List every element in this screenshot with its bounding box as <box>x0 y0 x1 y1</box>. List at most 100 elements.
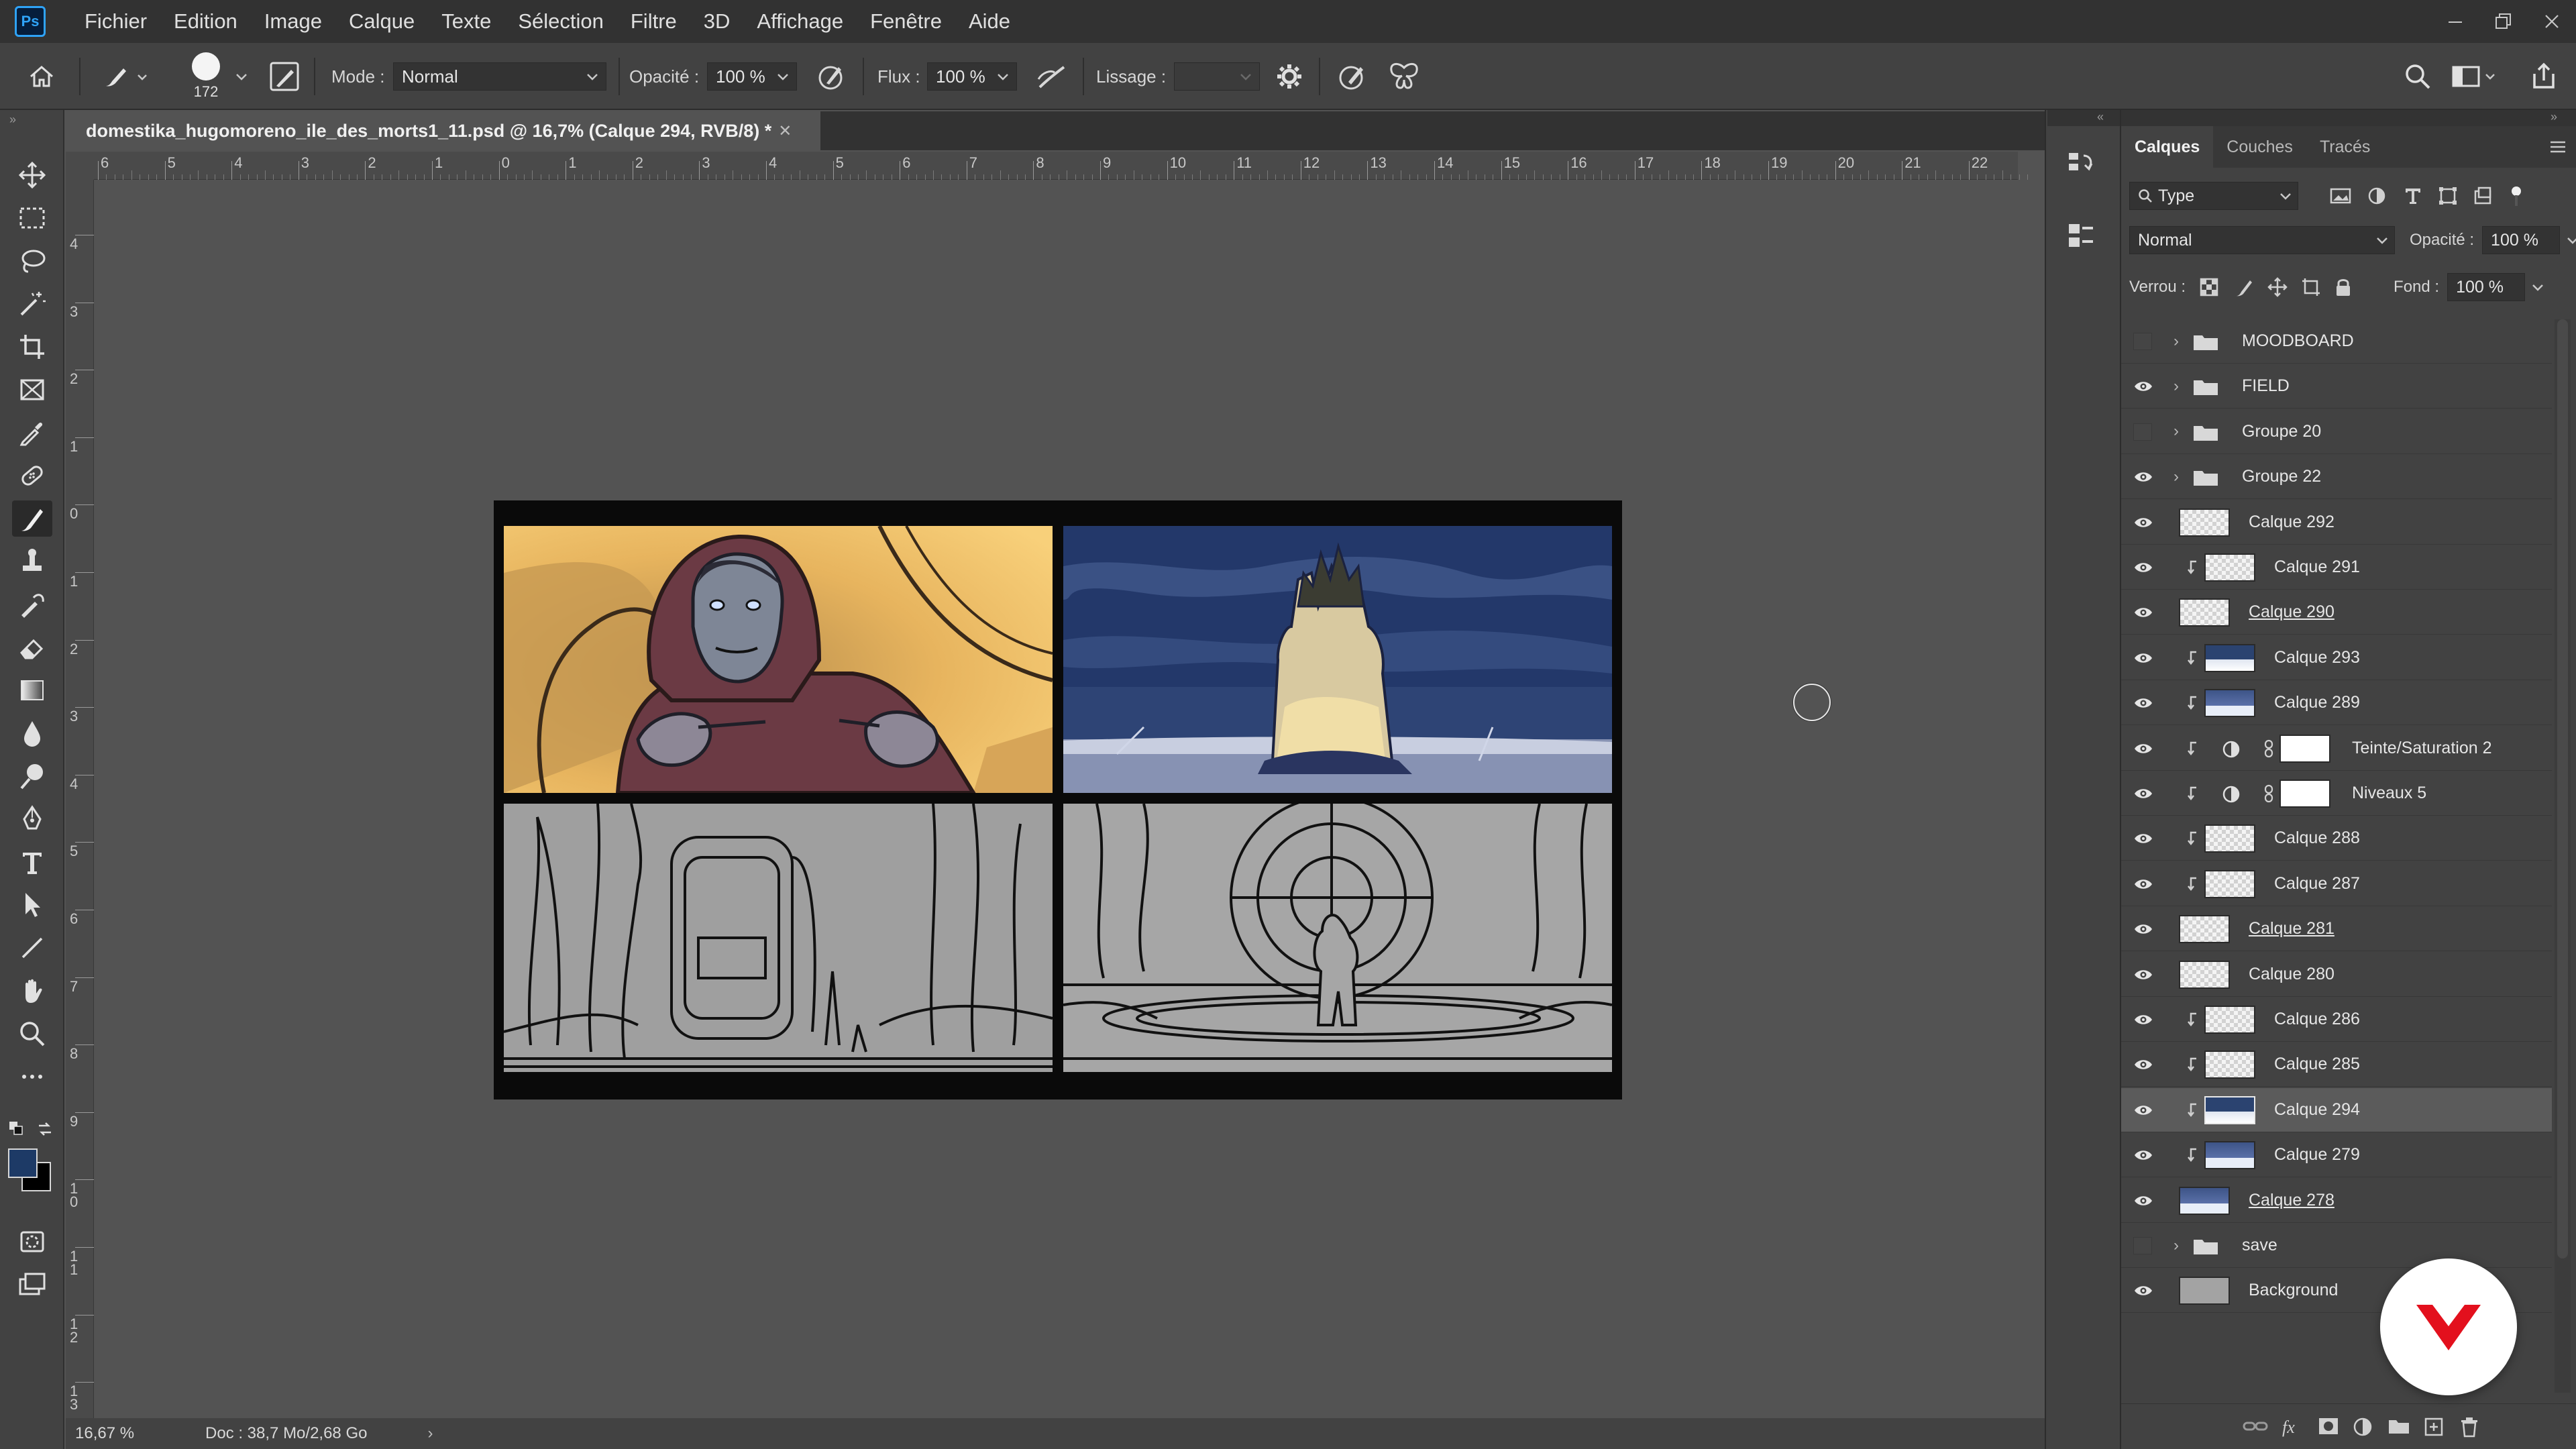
history-panel-icon[interactable] <box>2066 149 2096 181</box>
layer-row[interactable]: Calque 291 <box>2121 545 2552 590</box>
mask-link-icon[interactable] <box>2263 784 2274 804</box>
layer-row[interactable]: › save <box>2121 1224 2552 1268</box>
layer-row[interactable]: Calque 290 <box>2121 590 2552 635</box>
fill-input[interactable]: 100 % <box>2447 273 2543 301</box>
eye-visibility-icon[interactable] <box>2128 1095 2159 1126</box>
lock-position-icon[interactable] <box>2267 277 2288 297</box>
eye-visibility-icon[interactable] <box>2128 462 2159 492</box>
eye-visibility-icon[interactable] <box>2128 1275 2159 1306</box>
horizontal-ruler[interactable]: 6 5 4 3 2 1 0 1 2 3 4 5 6 7 8 9 10 11 12 13 14 15 16 17 18 19 20 21… <box>94 152 2028 180</box>
chevron-right-icon[interactable]: › <box>2174 468 2179 486</box>
crop-tool-icon[interactable] <box>12 329 52 365</box>
magic-wand-tool-icon[interactable] <box>12 286 52 322</box>
type-tool-icon[interactable] <box>12 844 52 880</box>
brush-size-chevron-icon[interactable] <box>235 43 248 110</box>
lock-all-icon[interactable] <box>2334 277 2352 297</box>
status-menu-arrow[interactable]: › <box>427 1424 433 1443</box>
quick-mask-icon[interactable] <box>12 1224 52 1260</box>
more-tools-icon[interactable] <box>12 1059 52 1095</box>
close-icon[interactable] <box>2528 0 2576 43</box>
layer-row[interactable]: › FIELD <box>2121 364 2552 409</box>
opacity-input[interactable]: 100 % <box>707 62 797 91</box>
document-tab[interactable]: domestika_hugomoreno_ile_des_morts1_11.p… <box>66 111 820 150</box>
layer-row[interactable]: Calque 286 <box>2121 998 2552 1042</box>
pressure-opacity-icon[interactable] <box>814 43 847 110</box>
clone-stamp-tool-icon[interactable] <box>12 543 52 580</box>
workspace-layout-icon[interactable] <box>2451 43 2498 110</box>
gradient-tool-icon[interactable] <box>12 672 52 708</box>
line-tool-icon[interactable] <box>12 930 52 966</box>
minimize-icon[interactable] <box>2431 0 2479 43</box>
filter-smart-object-icon[interactable] <box>2473 186 2493 206</box>
lock-artboard-icon[interactable] <box>2301 277 2321 297</box>
panel-menu-icon[interactable] <box>2549 126 2567 168</box>
new-layer-icon[interactable] <box>2423 1416 2445 1438</box>
menu-item[interactable]: Calque <box>335 0 428 43</box>
screen-mode-icon[interactable] <box>12 1267 52 1303</box>
layer-list-scrollbar[interactable] <box>2555 319 2571 1393</box>
add-mask-icon[interactable] <box>2317 1416 2340 1436</box>
new-group-folder-icon[interactable] <box>2387 1416 2411 1436</box>
layer-opacity-input[interactable]: 100 % <box>2482 226 2576 254</box>
vertical-ruler[interactable]: 4 3 2 1 0 1 2 3 4 5 6 7 8 9 10 11 12 13 <box>66 180 94 1418</box>
filter-pixel-icon[interactable] <box>2329 186 2352 206</box>
layer-mask-thumbnail[interactable] <box>2279 780 2330 808</box>
brush-settings-panel-icon[interactable] <box>268 43 301 110</box>
zoom-level[interactable]: 16,67 % <box>75 1424 189 1443</box>
layer-row[interactable]: Calque 289 <box>2121 681 2552 726</box>
layer-row[interactable]: Calque 280 <box>2121 953 2552 997</box>
layer-row[interactable]: Calque 293 <box>2121 636 2552 680</box>
link-layers-icon[interactable] <box>2242 1416 2269 1436</box>
brush-preset-icon[interactable] <box>101 43 148 110</box>
default-colors-icon[interactable] <box>8 1120 24 1136</box>
eye-visibility-icon[interactable] <box>2128 1185 2159 1216</box>
menu-item[interactable]: Sélection <box>504 0 617 43</box>
layer-row[interactable]: › MOODBOARD <box>2121 319 2552 364</box>
menu-item[interactable]: Image <box>251 0 335 43</box>
search-icon[interactable] <box>2403 43 2432 110</box>
pen-tool-icon[interactable] <box>12 801 52 837</box>
menu-item[interactable]: 3D <box>690 0 744 43</box>
delete-layer-trash-icon[interactable] <box>2459 1416 2479 1438</box>
foreground-color-swatch[interactable] <box>8 1148 38 1178</box>
layer-style-fx-icon[interactable]: fx <box>2279 1416 2306 1438</box>
eye-visibility-icon[interactable] <box>2128 1140 2159 1171</box>
layer-row[interactable]: Calque 294 <box>2121 1087 2552 1132</box>
menu-item[interactable]: Fichier <box>71 0 160 43</box>
move-tool-icon[interactable] <box>12 157 52 193</box>
filter-shape-icon[interactable] <box>2438 186 2458 206</box>
brush-tool-icon[interactable] <box>12 500 52 537</box>
close-icon[interactable]: ✕ <box>778 121 792 141</box>
hidden-visibility-toggle[interactable] <box>2133 1237 2152 1254</box>
menu-item[interactable]: Affichage <box>743 0 857 43</box>
eye-visibility-icon[interactable] <box>2128 733 2159 764</box>
filter-adjustment-icon[interactable] <box>2367 186 2387 206</box>
smoothing-settings-gear-icon[interactable] <box>1275 43 1304 110</box>
collapse-arrows-icon[interactable]: » <box>2551 110 2557 124</box>
layer-row[interactable]: Calque 285 <box>2121 1042 2552 1087</box>
tab-paths[interactable]: Tracés <box>2306 126 2383 168</box>
smoothing-input[interactable] <box>1174 62 1260 91</box>
path-selection-tool-icon[interactable] <box>12 887 52 923</box>
menu-item[interactable]: Fenêtre <box>857 0 955 43</box>
hand-tool-icon[interactable] <box>12 973 52 1009</box>
eye-visibility-icon[interactable] <box>2128 597 2159 628</box>
filter-toggle-icon[interactable] <box>2506 184 2526 207</box>
new-adjustment-layer-icon[interactable] <box>2352 1416 2373 1438</box>
eye-visibility-icon[interactable] <box>2128 778 2159 809</box>
layer-row[interactable]: Calque 281 <box>2121 907 2552 952</box>
share-icon[interactable] <box>2529 43 2559 110</box>
properties-panel-icon[interactable] <box>2066 220 2096 252</box>
eye-visibility-icon[interactable] <box>2128 1049 2159 1080</box>
airbrush-icon[interactable] <box>1034 43 1069 110</box>
layer-row[interactable]: Calque 278 <box>2121 1179 2552 1223</box>
mode-select[interactable]: Normal <box>393 62 606 91</box>
hidden-visibility-toggle[interactable] <box>2133 333 2152 350</box>
lock-transparency-icon[interactable] <box>2199 277 2219 297</box>
menu-item[interactable]: Edition <box>160 0 251 43</box>
blend-mode-select[interactable]: Normal <box>2129 226 2395 254</box>
menu-item[interactable]: Filtre <box>617 0 690 43</box>
eye-visibility-icon[interactable] <box>2128 914 2159 945</box>
mask-link-icon[interactable] <box>2263 739 2274 759</box>
eraser-tool-icon[interactable] <box>12 629 52 665</box>
